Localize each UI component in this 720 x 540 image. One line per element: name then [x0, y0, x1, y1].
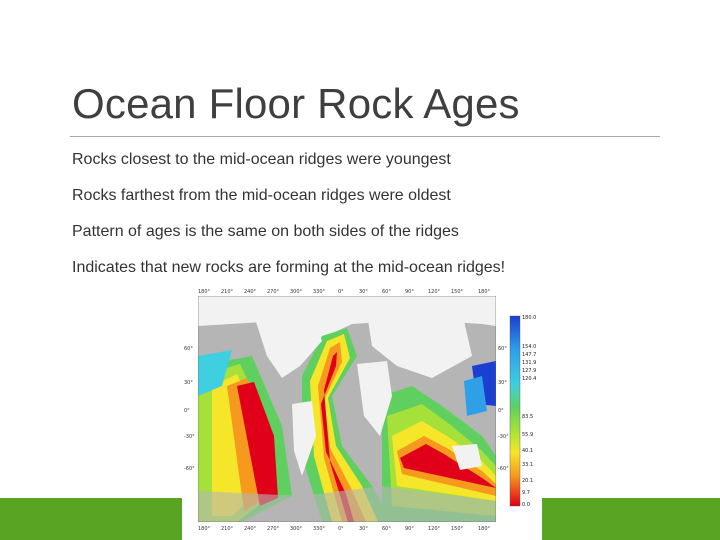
bullet-item: Pattern of ages is the same on both side…: [72, 223, 459, 240]
left-tick-label: 0°: [184, 408, 190, 414]
right-tick-label: -30°: [498, 434, 509, 440]
bottom-tick-label: 60°: [382, 526, 391, 532]
top-tick-label: 330°: [313, 289, 326, 295]
legend-label: 180.0: [522, 315, 536, 321]
top-tick-label: 180°: [198, 289, 211, 295]
right-tick-label: -60°: [498, 466, 509, 472]
top-tick-label: 0°: [338, 289, 344, 295]
bullet-item: Indicates that new rocks are forming at …: [72, 259, 506, 276]
left-tick-label: 60°: [184, 346, 193, 352]
bottom-tick-label: 30°: [359, 526, 368, 532]
bottom-tick-label: 330°: [313, 526, 326, 532]
bottom-tick-label: 0°: [338, 526, 344, 532]
top-tick-label: 180°: [478, 289, 491, 295]
legend-label: 127.9: [522, 368, 536, 374]
top-ticks: 180° 210° 240° 270° 300° 330° 0° 30° 60°…: [198, 289, 491, 295]
title-divider: [70, 136, 660, 137]
top-tick-label: 210°: [221, 289, 234, 295]
legend-label: 83.5: [522, 414, 533, 420]
legend-label: 120.4: [522, 376, 536, 382]
legend-label: 147.7: [522, 352, 536, 358]
bottom-tick-label: 210°: [221, 526, 234, 532]
ocean-floor-age-map: 180° 210° 240° 270° 300° 330° 0° 30° 60°…: [182, 286, 542, 540]
bottom-tick-label: 300°: [290, 526, 303, 532]
left-tick-label: 30°: [184, 380, 193, 386]
top-tick-label: 240°: [244, 289, 257, 295]
right-tick-label: 60°: [498, 346, 507, 352]
right-tick-label: 0°: [498, 408, 504, 414]
left-tick-label: -30°: [184, 434, 195, 440]
top-tick-label: 30°: [359, 289, 368, 295]
bottom-tick-label: 240°: [244, 526, 257, 532]
legend-label: 40.1: [522, 448, 533, 454]
age-legend: 180.0 154.0 147.7 131.9 127.9 120.4 83.5…: [509, 315, 536, 508]
left-tick-label: -60°: [184, 466, 195, 472]
bottom-tick-label: 90°: [405, 526, 414, 532]
legend-label: 0.0: [522, 502, 530, 508]
bullet-item: Rocks closest to the mid-ocean ridges we…: [72, 151, 451, 168]
bottom-tick-label: 270°: [267, 526, 280, 532]
slide-title: Ocean Floor Rock Ages: [72, 80, 520, 127]
bottom-tick-label: 180°: [478, 526, 491, 532]
legend-color-bar: [509, 315, 521, 507]
top-tick-label: 270°: [267, 289, 280, 295]
bottom-ticks: 180° 210° 240° 270° 300° 330° 0° 30° 60°…: [198, 526, 491, 532]
legend-label: 131.9: [522, 360, 536, 366]
bullet-list: Rocks closest to the mid-ocean ridges we…: [72, 146, 672, 290]
bullet-item: Rocks farthest from the mid-ocean ridges…: [72, 187, 451, 204]
legend-label: 9.7: [522, 490, 530, 496]
top-tick-label: 60°: [382, 289, 391, 295]
legend-label: 20.1: [522, 478, 533, 484]
age-map-svg: 180° 210° 240° 270° 300° 330° 0° 30° 60°…: [184, 289, 536, 532]
right-tick-label: 30°: [498, 380, 507, 386]
legend-label: 33.1: [522, 462, 533, 468]
top-tick-label: 300°: [290, 289, 303, 295]
legend-label: 55.9: [522, 432, 533, 438]
left-ticks: 60° 30° 0° -30° -60°: [184, 346, 195, 472]
map-body: [198, 296, 496, 522]
top-tick-label: 150°: [451, 289, 464, 295]
top-tick-label: 90°: [405, 289, 414, 295]
legend-label: 154.0: [522, 344, 536, 350]
bottom-tick-label: 180°: [198, 526, 211, 532]
right-ticks: 60° 30° 0° -30° -60°: [498, 346, 509, 472]
top-tick-label: 120°: [428, 289, 441, 295]
bottom-tick-label: 120°: [428, 526, 441, 532]
bottom-tick-label: 150°: [451, 526, 464, 532]
